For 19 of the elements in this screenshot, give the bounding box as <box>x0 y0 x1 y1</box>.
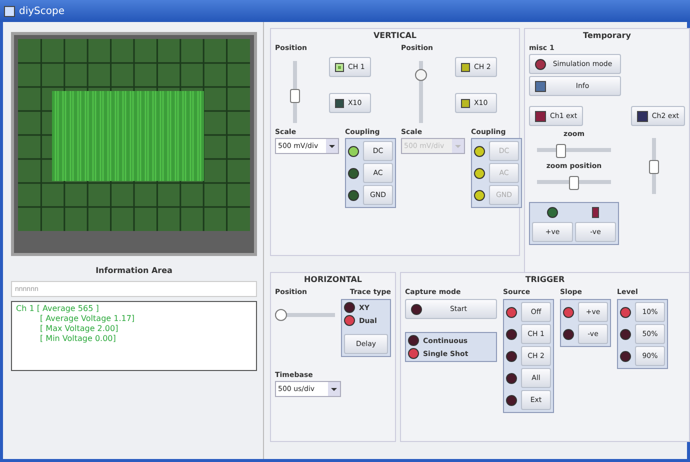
app-icon <box>4 6 15 16</box>
info-line: [ Max Voltage 2.00] <box>39 324 120 334</box>
panel-title: TRIGGER <box>524 275 566 284</box>
caret-icon <box>328 382 340 396</box>
panel-title: Information Area <box>94 265 174 277</box>
panel-title: VERTICAL <box>372 31 418 40</box>
slider-thumb[interactable] <box>649 160 659 174</box>
caret-icon <box>452 139 464 153</box>
slider-thumb[interactable] <box>290 88 300 102</box>
info-line: [ Average Voltage 1.17] <box>39 314 136 324</box>
info-line: [ Min Voltage 0.00] <box>39 334 117 344</box>
window-title: diyScope <box>19 6 65 16</box>
panel-title: HORIZONTAL <box>302 275 364 284</box>
slider-thumb[interactable] <box>569 176 579 190</box>
slider-thumb[interactable] <box>556 144 566 158</box>
slider-thumb[interactable] <box>275 309 287 321</box>
panel-title: Temporary <box>582 31 632 40</box>
caret-icon <box>326 139 338 153</box>
info-line: Ch 1 [ Average 565 ] <box>16 304 100 314</box>
